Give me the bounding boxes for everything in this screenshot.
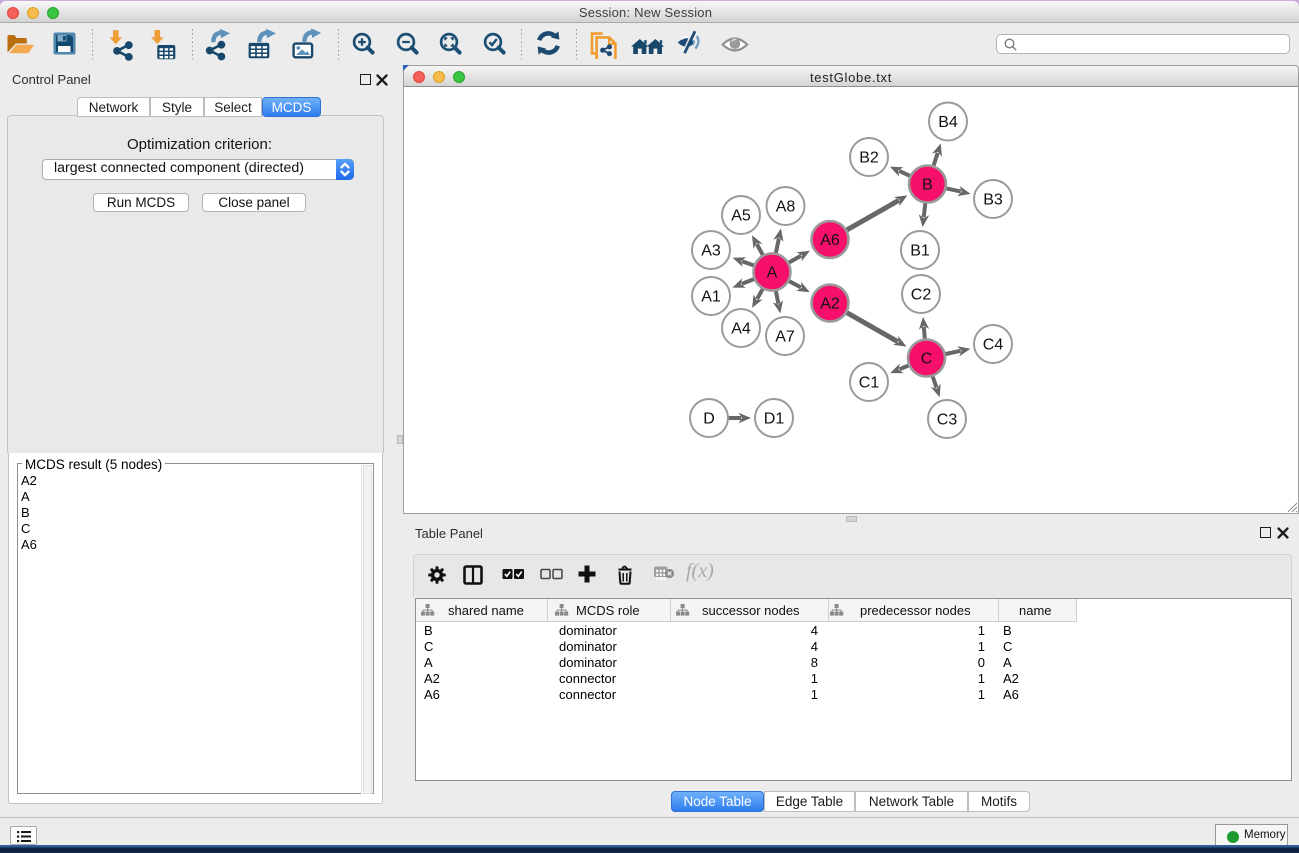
svg-text:B1: B1 — [910, 243, 930, 260]
svg-text:A7: A7 — [775, 329, 795, 346]
svg-text:B2: B2 — [859, 150, 879, 167]
svg-text:C4: C4 — [983, 337, 1004, 354]
svg-text:B3: B3 — [983, 192, 1003, 209]
svg-text:B4: B4 — [938, 114, 958, 131]
svg-text:A6: A6 — [820, 232, 840, 249]
svg-text:A: A — [767, 265, 778, 282]
svg-text:A1: A1 — [701, 289, 721, 306]
svg-text:B: B — [922, 177, 933, 194]
svg-text:C2: C2 — [911, 287, 932, 304]
svg-text:A2: A2 — [820, 296, 840, 313]
svg-text:C3: C3 — [937, 412, 958, 429]
svg-text:A5: A5 — [731, 208, 751, 225]
svg-text:D1: D1 — [764, 411, 785, 428]
svg-text:D: D — [703, 411, 715, 428]
svg-text:A4: A4 — [731, 321, 751, 338]
svg-text:C: C — [921, 351, 933, 368]
svg-text:A8: A8 — [776, 199, 796, 216]
svg-text:C1: C1 — [859, 375, 880, 392]
svg-text:A3: A3 — [701, 243, 721, 260]
